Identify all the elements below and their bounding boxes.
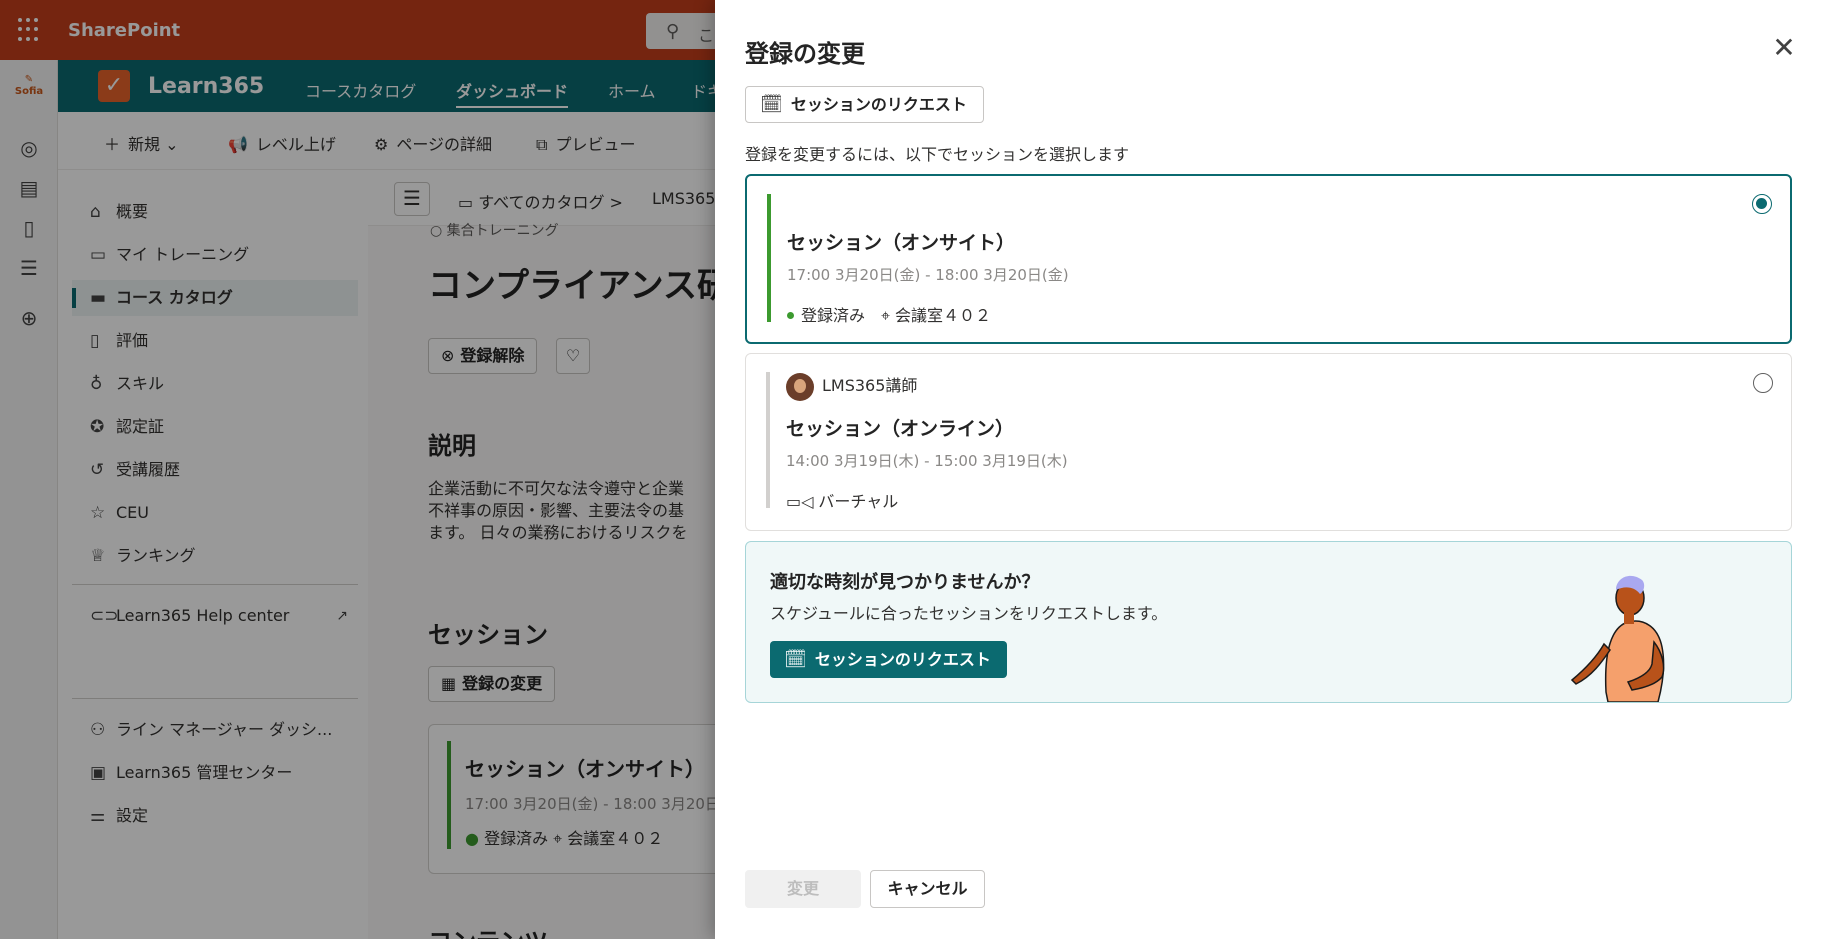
person-illustration bbox=[1570, 575, 1665, 702]
session-radio-onsite[interactable] bbox=[1752, 194, 1772, 214]
request-session-label: セッションのリクエスト bbox=[790, 95, 967, 114]
close-icon[interactable]: ✕ bbox=[1768, 32, 1800, 64]
session-title: セッション（オンライン） bbox=[786, 418, 1015, 440]
promo-request-session-button[interactable]: 🗓 セッションのリクエスト bbox=[770, 641, 1007, 678]
instructor-name: LMS365講師 bbox=[822, 376, 918, 395]
calendar-add-icon: 🗓 bbox=[760, 94, 783, 115]
instruction-text: 登録を変更するには、以下でセッションを選択します bbox=[745, 145, 1130, 164]
change-button[interactable]: 変更 bbox=[745, 870, 861, 908]
status-bar bbox=[767, 194, 771, 322]
request-session-promo: 適切な時刻が見つかりませんか？ スケジュールに合ったセッションをリクエストします… bbox=[745, 541, 1792, 703]
cancel-button[interactable]: キャンセル bbox=[870, 870, 985, 908]
promo-title: 適切な時刻が見つかりませんか？ bbox=[770, 572, 1040, 593]
session-radio-online[interactable] bbox=[1753, 373, 1773, 393]
session-meta: 登録済み ⌖ 会議室４０２ bbox=[787, 302, 991, 326]
session-option-online[interactable]: LMS365講師 セッション（オンライン） 14:00 3月19日(木) - 1… bbox=[745, 353, 1792, 531]
session-option-onsite[interactable]: セッション（オンサイト） 17:00 3月20日(金) - 18:00 3月20… bbox=[745, 174, 1792, 344]
avatar bbox=[786, 372, 814, 401]
session-title: セッション（オンサイト） bbox=[787, 232, 1016, 254]
location-pin-icon: ⌖ bbox=[881, 306, 891, 325]
request-session-button[interactable]: 🗓 セッションのリクエスト bbox=[745, 86, 984, 123]
panel-title: 登録の変更 bbox=[745, 40, 865, 68]
session-meta: ▭◁ バーチャル bbox=[786, 488, 898, 512]
instructor: LMS365講師 bbox=[786, 372, 917, 401]
change-registration-panel: 登録の変更 ✕ 🗓 セッションのリクエスト 登録を変更するには、以下でセッションを… bbox=[715, 0, 1845, 939]
location-text: 会議室４０２ bbox=[895, 306, 992, 325]
calendar-add-icon: 🗓 bbox=[784, 649, 807, 670]
status-bar bbox=[766, 372, 770, 508]
session-date: 14:00 3月19日(木) - 15:00 3月19日(木) bbox=[786, 452, 1068, 470]
status-dot-icon bbox=[787, 312, 794, 319]
session-date: 17:00 3月20日(金) - 18:00 3月20日(金) bbox=[787, 266, 1069, 284]
promo-subtitle: スケジュールに合ったセッションをリクエストします。 bbox=[770, 604, 1168, 623]
status-text: 登録済み bbox=[801, 306, 866, 325]
video-camera-icon: ▭◁ bbox=[786, 492, 814, 511]
promo-request-session-label: セッションのリクエスト bbox=[814, 650, 991, 669]
location-text: バーチャル bbox=[818, 492, 899, 511]
